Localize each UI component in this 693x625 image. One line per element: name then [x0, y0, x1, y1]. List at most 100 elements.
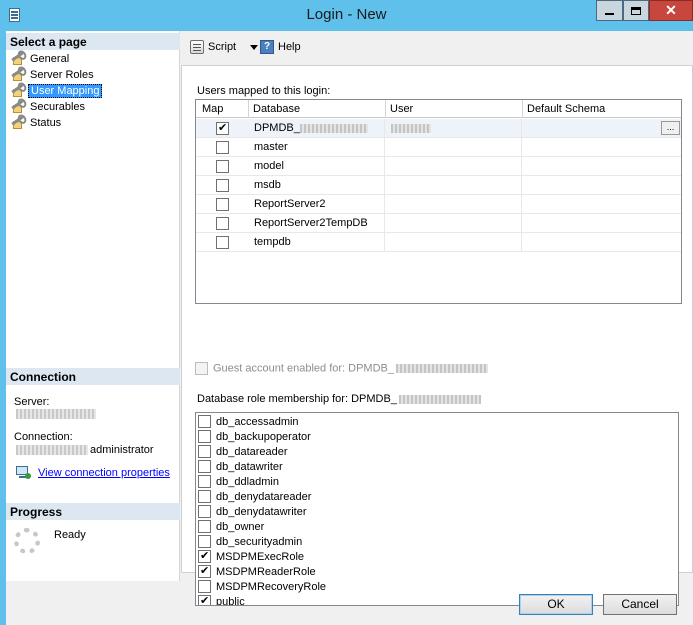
list-item[interactable]: db_denydatareader	[198, 489, 311, 504]
page-settings-icon	[10, 83, 26, 98]
list-item[interactable]: db_datareader	[198, 444, 288, 459]
guest-account-option: Guest account enabled for: DPMDB_	[195, 362, 488, 375]
table-row[interactable]: ReportServer2	[196, 195, 681, 214]
role-label: db_securityadmin	[216, 535, 303, 548]
help-icon: ?	[260, 40, 274, 54]
role-checkbox[interactable]	[198, 580, 211, 593]
guest-db-suffix-redacted	[395, 364, 488, 373]
progress-header: Progress	[6, 503, 180, 520]
map-checkbox[interactable]	[216, 121, 229, 135]
user-cell[interactable]	[385, 233, 522, 252]
database-cell: ReportServer2TempDB	[248, 214, 385, 233]
page-list: General Server Roles User Mapping Secura…	[10, 51, 103, 131]
role-checkbox[interactable]	[198, 505, 211, 518]
close-button[interactable]: ✕	[649, 0, 693, 21]
role-checkbox[interactable]	[198, 490, 211, 503]
schema-cell[interactable]	[522, 157, 681, 176]
list-item[interactable]: db_datawriter	[198, 459, 283, 474]
role-checkbox[interactable]	[198, 594, 211, 605]
table-row[interactable]: DPMDB_ ...	[196, 119, 681, 138]
role-checkbox[interactable]	[198, 460, 211, 473]
connection-properties-icon	[16, 466, 32, 480]
list-item[interactable]: db_owner	[198, 519, 264, 534]
schema-cell[interactable]	[522, 119, 681, 138]
list-item[interactable]: MSDPMExecRole	[198, 549, 304, 564]
role-label: db_backupoperator	[216, 430, 311, 443]
user-cell[interactable]	[385, 138, 522, 157]
list-item[interactable]: public	[198, 594, 245, 606]
list-item[interactable]: db_denydatawriter	[198, 504, 307, 519]
page-item-status[interactable]: Status	[10, 115, 102, 131]
list-item[interactable]: db_securityadmin	[198, 534, 302, 549]
schema-browse-button[interactable]: ...	[661, 121, 680, 135]
window-title: Login - New	[306, 6, 387, 23]
role-label: public	[216, 595, 245, 606]
page-settings-icon	[10, 51, 26, 66]
list-item[interactable]: db_accessadmin	[198, 414, 299, 429]
schema-cell[interactable]	[522, 214, 681, 233]
role-checkbox[interactable]	[198, 549, 211, 563]
role-label: MSDPMRecoveryRole	[216, 580, 327, 593]
help-label: Help	[278, 41, 301, 53]
page-settings-icon	[10, 67, 26, 82]
user-redacted	[391, 123, 431, 133]
view-connection-properties-link[interactable]: View connection properties	[38, 467, 170, 479]
list-item[interactable]: MSDPMReaderRole	[198, 564, 316, 579]
schema-cell[interactable]	[522, 233, 681, 252]
role-checkbox[interactable]	[198, 415, 211, 428]
connection-header: Connection	[6, 368, 180, 385]
user-cell[interactable]	[385, 195, 522, 214]
page-item-securables[interactable]: Securables	[10, 99, 102, 115]
map-checkbox[interactable]	[216, 217, 229, 230]
chevron-down-icon[interactable]	[250, 44, 259, 50]
list-item[interactable]: db_ddladmin	[198, 474, 279, 489]
map-checkbox[interactable]	[216, 141, 229, 154]
script-button[interactable]: Script	[190, 40, 259, 54]
map-checkbox[interactable]	[216, 160, 229, 173]
list-item[interactable]: MSDPMRecoveryRole	[198, 579, 326, 594]
table-row[interactable]: model	[196, 157, 681, 176]
user-cell[interactable]	[385, 176, 522, 195]
table-row[interactable]: master	[196, 138, 681, 157]
role-checkbox[interactable]	[198, 430, 211, 443]
role-membership-list[interactable]: db_accessadmin db_backupoperator db_data…	[195, 412, 679, 606]
cancel-button[interactable]: Cancel	[603, 594, 677, 615]
schema-cell[interactable]	[522, 176, 681, 195]
user-cell[interactable]	[385, 214, 522, 233]
role-checkbox[interactable]	[198, 520, 211, 533]
minimize-button[interactable]	[596, 0, 623, 21]
role-checkbox[interactable]	[198, 445, 211, 458]
page-item-label: General	[30, 53, 70, 65]
column-header-database: Database	[253, 103, 301, 115]
role-checkbox[interactable]	[198, 535, 211, 548]
page-item-user-mapping[interactable]: User Mapping	[10, 83, 103, 99]
page-item-label: Securables	[30, 101, 86, 113]
list-item[interactable]: db_backupoperator	[198, 429, 311, 444]
schema-cell[interactable]	[522, 138, 681, 157]
role-label: db_accessadmin	[216, 415, 299, 428]
table-row[interactable]: tempdb	[196, 233, 681, 252]
map-checkbox[interactable]	[216, 198, 229, 211]
user-cell[interactable]	[385, 119, 522, 138]
grid-header: Map Database User Default Schema	[196, 100, 681, 118]
user-cell[interactable]	[385, 157, 522, 176]
maximize-button[interactable]	[623, 0, 649, 21]
role-checkbox[interactable]	[198, 475, 211, 488]
connection-domain-redacted	[16, 445, 88, 455]
role-label: MSDPMReaderRole	[216, 565, 316, 578]
dialog-client-area: Select a page General Server Roles User …	[6, 31, 693, 625]
role-label: db_owner	[216, 520, 265, 533]
column-header-user: User	[390, 103, 414, 115]
ok-button[interactable]: OK	[519, 594, 593, 615]
guest-account-checkbox[interactable]	[195, 362, 208, 375]
table-row[interactable]: msdb	[196, 176, 681, 195]
help-button[interactable]: ? Help	[260, 40, 301, 54]
map-checkbox[interactable]	[216, 179, 229, 192]
role-checkbox[interactable]	[198, 564, 211, 578]
page-item-server-roles[interactable]: Server Roles	[10, 67, 102, 83]
progress-spinner-icon	[14, 528, 40, 554]
map-checkbox[interactable]	[216, 236, 229, 249]
page-item-general[interactable]: General	[10, 51, 102, 67]
table-row[interactable]: ReportServer2TempDB	[196, 214, 681, 233]
schema-cell[interactable]	[522, 195, 681, 214]
